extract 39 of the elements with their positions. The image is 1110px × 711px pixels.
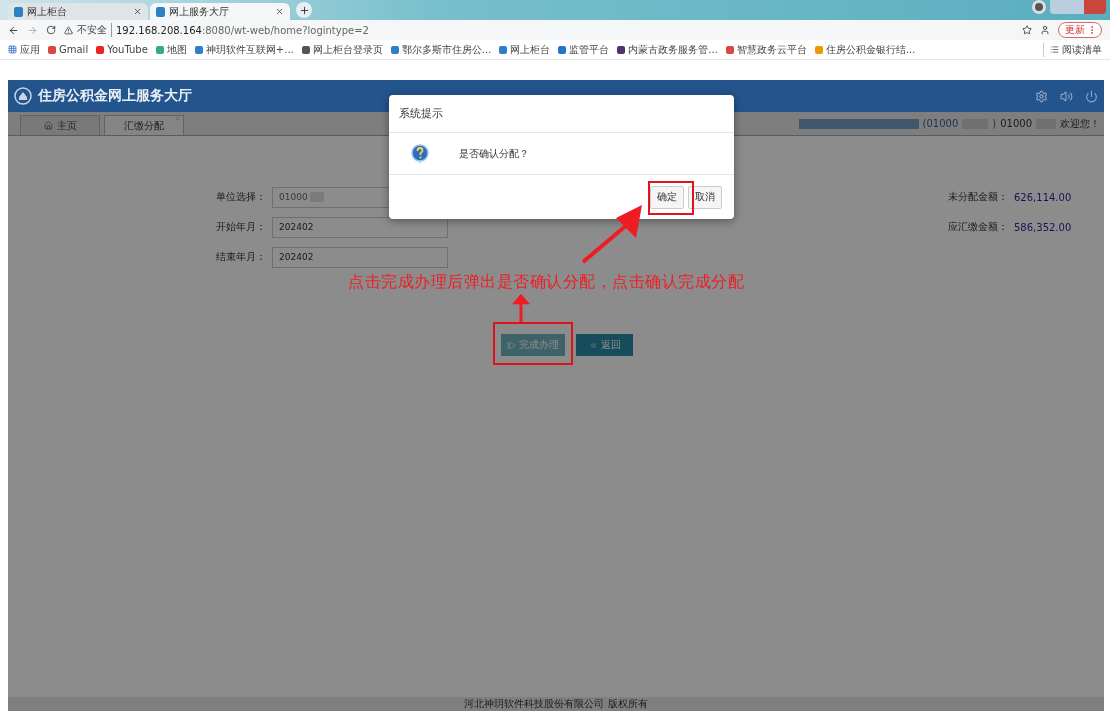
browser-tab[interactable]: 网上服务大厅 xyxy=(150,3,290,20)
bookmark[interactable]: 内蒙古政务服务管... xyxy=(617,42,718,57)
bookmark[interactable]: 网上柜台登录页 xyxy=(301,42,383,57)
footer-text: 河北神玥软件科技股份有限公司 版权所有 xyxy=(8,697,1104,711)
input-field[interactable]: 202402 xyxy=(272,216,448,238)
welcome-text: 欢迎您！ xyxy=(1060,116,1100,131)
bookmark[interactable]: 应用 xyxy=(8,42,40,57)
total-value: 626,114.00 xyxy=(1014,191,1073,203)
page-tab[interactable]: 主页 xyxy=(20,115,100,135)
total-label: 应汇缴金额： xyxy=(948,220,1009,234)
app-title: 住房公积金网上服务大厅 xyxy=(38,87,192,105)
reading-list[interactable]: 阅读清单 xyxy=(1043,42,1102,57)
field-label: 开始年月： xyxy=(216,220,267,234)
user-code: ) xyxy=(992,118,997,129)
input-field[interactable]: 202402 xyxy=(272,246,448,268)
user-code: 01000 xyxy=(1000,118,1032,129)
bookmark[interactable]: 监管平台 xyxy=(558,42,610,57)
field-label: 结束年月： xyxy=(216,250,267,264)
browser-tab[interactable]: 网上柜台 xyxy=(8,3,148,20)
user-code: (01000 xyxy=(922,118,959,129)
bookmark[interactable]: 鄂尔多斯市住房公... xyxy=(390,42,492,57)
total-label: 未分配金额： xyxy=(948,190,1009,204)
confirm-button[interactable]: 确定 xyxy=(650,185,684,209)
cancel-button[interactable]: 取消 xyxy=(688,185,722,209)
bookmark[interactable]: YouTube xyxy=(96,44,148,55)
bookmark[interactable]: 智慧政务云平台 xyxy=(725,42,807,57)
dialog-message: 是否确认分配？ xyxy=(459,146,529,161)
bookmark[interactable]: 神玥软件互联网+... xyxy=(194,42,294,57)
update-button[interactable]: 更新 xyxy=(1058,22,1102,38)
bookmark[interactable]: Gmail xyxy=(48,44,89,55)
address-field[interactable]: 不安全 192.168.208.164:8080/wt-web/home?logintype=2 xyxy=(64,22,1014,38)
dialog-title: 系统提示 xyxy=(399,106,443,121)
bookmark[interactable]: 地图 xyxy=(155,42,187,57)
bookmark[interactable]: 住房公积金银行结... xyxy=(814,42,916,57)
field-label: 单位选择： xyxy=(216,190,267,204)
bookmark[interactable]: 网上柜台 xyxy=(499,42,551,57)
total-value: 586,352.00 xyxy=(1014,221,1073,233)
annotation-text: 点击完成办理后弹出是否确认分配，点击确认完成分配 xyxy=(348,272,744,293)
page-tab[interactable]: 汇缴分配 xyxy=(104,115,184,135)
